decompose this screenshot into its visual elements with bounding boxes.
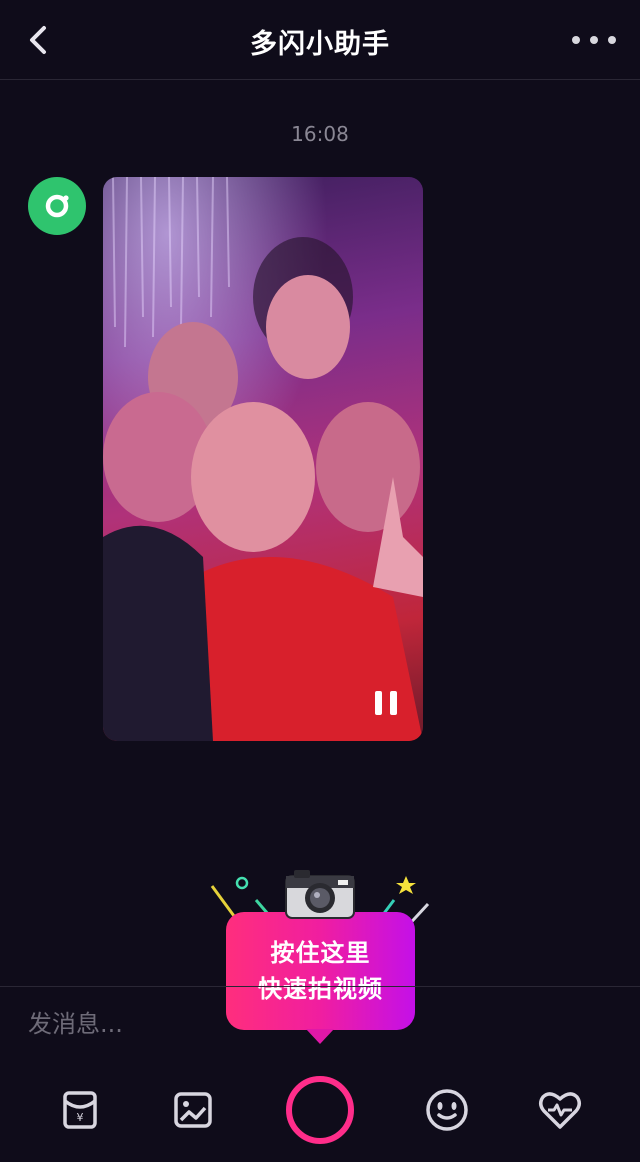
- red-packet-icon: ¥: [63, 1091, 97, 1129]
- composer-divider: [0, 986, 640, 987]
- camera-icon: [285, 870, 355, 919]
- emoji-icon: [426, 1089, 468, 1131]
- image-icon: [174, 1092, 212, 1128]
- message-timestamp: 16:08: [291, 122, 349, 146]
- pause-button[interactable]: [375, 691, 397, 715]
- tooltip-line-2: 快速拍视频: [258, 975, 383, 1003]
- page-title: 多闪小助手: [250, 29, 390, 60]
- more-dots-icon: [572, 36, 580, 44]
- image-button[interactable]: [169, 1086, 217, 1134]
- pause-icon: [390, 691, 397, 715]
- emoji-button[interactable]: [423, 1086, 471, 1134]
- heart-button[interactable]: [536, 1086, 584, 1134]
- more-dots-icon: [608, 36, 616, 44]
- video-thumbnail: [103, 177, 423, 741]
- more-dots-icon: [590, 36, 598, 44]
- red-packet-button[interactable]: ¥: [56, 1086, 104, 1134]
- tooltip-line-1: 按住这里: [270, 939, 371, 967]
- top-bar: 多闪小助手: [0, 0, 640, 80]
- duoshan-logo-icon: [45, 194, 69, 218]
- heart-icon: [539, 1092, 581, 1129]
- message-input[interactable]: [28, 1002, 228, 1046]
- record-hint-tooltip: 按住这里 快速拍视频: [226, 912, 415, 1044]
- pause-icon: [375, 691, 382, 715]
- video-message[interactable]: [103, 177, 423, 741]
- svg-text:¥: ¥: [77, 1111, 84, 1124]
- sender-avatar[interactable]: [28, 177, 86, 235]
- record-button[interactable]: [286, 1076, 354, 1144]
- more-button[interactable]: [572, 26, 616, 54]
